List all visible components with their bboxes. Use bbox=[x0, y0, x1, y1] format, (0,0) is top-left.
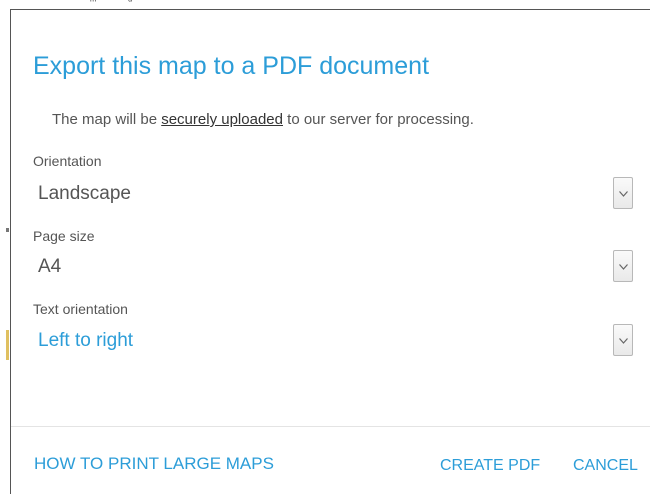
notice-text-after: to our server for processing. bbox=[282, 111, 474, 128]
chevron-down-icon[interactable] bbox=[613, 177, 633, 209]
page-size-select[interactable]: A4 bbox=[33, 250, 633, 284]
background-map-mark bbox=[6, 228, 9, 232]
text-orientation-value: Left to right bbox=[38, 330, 134, 351]
dialog-title: Export this map to a PDF document bbox=[33, 52, 430, 80]
background-map-glyph: ᵐ bbox=[90, 0, 97, 7]
chevron-down-icon[interactable] bbox=[613, 324, 633, 356]
orientation-select[interactable]: Landscape bbox=[33, 177, 633, 211]
background-map-strip: ᵐ ᵘ bbox=[0, 0, 650, 9]
page-size-label: Page size bbox=[33, 228, 95, 244]
footer-divider bbox=[11, 426, 650, 427]
background-map-mark bbox=[6, 330, 9, 360]
chevron-down-icon[interactable] bbox=[613, 250, 633, 282]
orientation-value: Landscape bbox=[38, 183, 131, 204]
text-orientation-label: Text orientation bbox=[33, 301, 128, 317]
background-map-glyph: ᵘ bbox=[128, 0, 133, 7]
cancel-button[interactable]: CANCEL bbox=[573, 457, 638, 475]
create-pdf-button[interactable]: CREATE PDF bbox=[440, 457, 540, 475]
notice-text-before: The map will be bbox=[52, 111, 162, 128]
orientation-label: Orientation bbox=[33, 153, 102, 169]
securely-uploaded-link[interactable]: securely uploaded bbox=[161, 111, 283, 128]
export-pdf-dialog: Export this map to a PDF document The ma… bbox=[10, 9, 650, 494]
text-orientation-select[interactable]: Left to right bbox=[33, 324, 633, 358]
page-size-value: A4 bbox=[38, 256, 62, 277]
upload-notice: The map will be securely uploaded to our… bbox=[52, 111, 474, 128]
how-to-print-large-maps-link[interactable]: HOW TO PRINT LARGE MAPS bbox=[34, 454, 274, 474]
